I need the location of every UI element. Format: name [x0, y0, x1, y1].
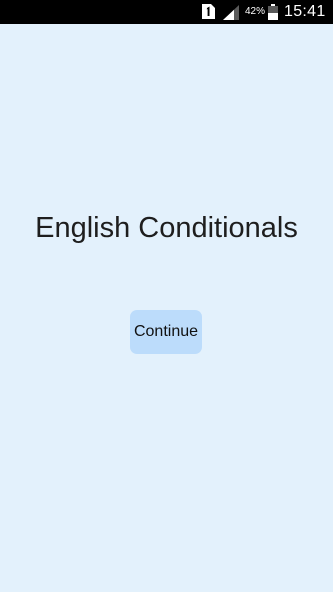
battery-percentage: 42% [245, 6, 266, 17]
continue-button[interactable]: Continue [130, 310, 202, 354]
battery-icon [268, 4, 278, 20]
status-bar: 42% 15:41 [0, 0, 333, 24]
sim-card-1-icon [202, 4, 215, 19]
cellular-signal-icon [223, 5, 239, 20]
main-screen: English Conditionals Continue [0, 24, 333, 592]
app-title: English Conditionals [35, 212, 298, 244]
clock: 15:41 [284, 3, 326, 20]
